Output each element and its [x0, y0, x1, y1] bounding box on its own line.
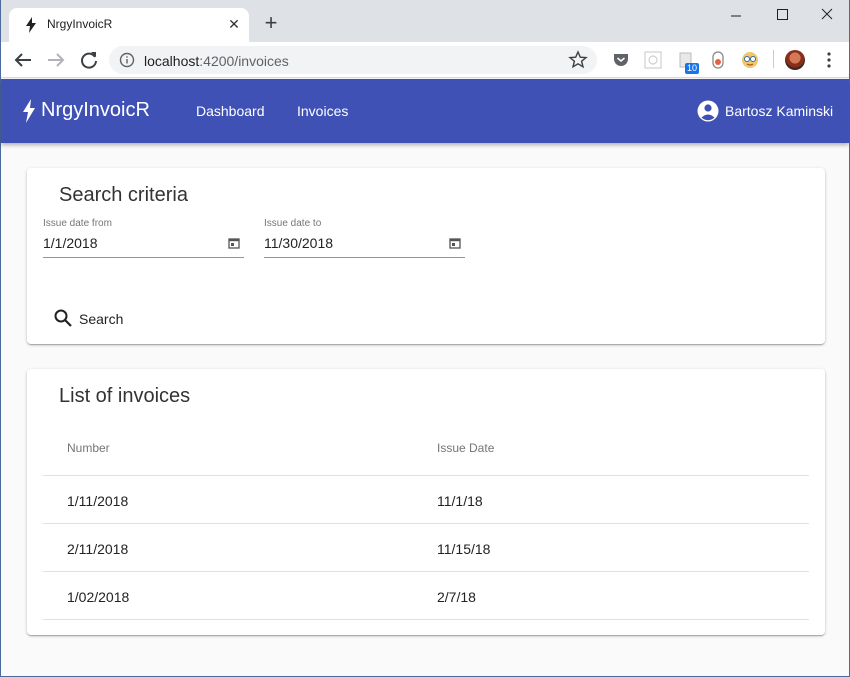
brand-title[interactable]: NrgyInvoicR	[41, 99, 150, 122]
more-menu-icon[interactable]	[819, 50, 839, 70]
invoice-number: 2/11/2018	[67, 541, 129, 557]
nav-invoices[interactable]: Invoices	[297, 103, 348, 119]
url-host: localhost	[144, 53, 200, 69]
search-card-title: Search criteria	[59, 184, 188, 206]
invoice-number: 1/11/2018	[67, 493, 129, 509]
browser-tabstrip: NrgyInvoicR ✕ +	[1, 0, 849, 42]
invoice-issue-date: 11/1/18	[437, 493, 483, 509]
search-button-label: Search	[79, 311, 124, 327]
search-button[interactable]: Search	[45, 302, 135, 334]
column-header-issue-date[interactable]: Issue Date	[437, 441, 494, 455]
back-arrow-icon[interactable]	[11, 48, 35, 72]
user-name[interactable]: Bartosz Kaminski	[725, 103, 833, 119]
extension-badge: 10	[685, 63, 700, 74]
forward-arrow-icon[interactable]	[44, 48, 68, 72]
new-tab-button[interactable]: +	[259, 12, 283, 36]
close-tab-icon[interactable]: ✕	[225, 15, 243, 33]
tab-title: NrgyInvoicR	[47, 17, 113, 31]
url-text[interactable]: localhost:4200/invoices	[144, 53, 289, 69]
invoice-issue-date: 11/15/18	[437, 541, 491, 557]
issue-date-from-field[interactable]: Issue date from 1/1/2018	[43, 218, 244, 258]
url-path: :4200/invoices	[199, 53, 289, 69]
profile-avatar[interactable]	[785, 50, 805, 70]
app-header: NrgyInvoicR Dashboard Invoices Bartosz K…	[1, 79, 849, 143]
nav-dashboard[interactable]: Dashboard	[196, 103, 265, 119]
issue-date-to-field[interactable]: Issue date to 11/30/2018	[264, 218, 465, 258]
issue-date-from-value[interactable]: 1/1/2018	[43, 235, 98, 251]
search-criteria-card: Search criteria Issue date from 1/1/2018…	[27, 168, 825, 344]
bolt-icon	[26, 17, 36, 33]
invoice-list-card: List of invoices Number Issue Date 1/11/…	[27, 369, 825, 635]
table-row[interactable]: 1/02/2018 2/7/18	[43, 572, 809, 620]
search-icon	[54, 309, 72, 327]
bookmark-star-icon[interactable]	[568, 50, 588, 70]
info-icon[interactable]	[119, 52, 135, 68]
face-extension-icon[interactable]	[741, 51, 759, 69]
table-row[interactable]: 2/11/2018 11/15/18	[43, 524, 809, 572]
toggle-extension-icon[interactable]	[709, 51, 727, 69]
table-row[interactable]: 1/11/2018 11/1/18	[43, 476, 809, 524]
window-close-icon[interactable]	[804, 2, 850, 28]
column-header-number[interactable]: Number	[67, 441, 110, 455]
toolbar-divider	[773, 50, 774, 68]
invoice-list-title: List of invoices	[59, 385, 191, 407]
invoice-issue-date: 2/7/18	[437, 589, 476, 605]
reload-icon[interactable]	[77, 48, 101, 72]
calendar-icon[interactable]	[228, 237, 240, 249]
issue-date-to-value[interactable]: 11/30/2018	[264, 235, 333, 251]
table-header-row: Number Issue Date	[43, 427, 809, 476]
address-bar[interactable]: localhost:4200/invoices	[109, 46, 597, 74]
maximize-icon[interactable]	[759, 2, 805, 28]
minimize-icon[interactable]	[713, 2, 759, 28]
extension-grid-icon[interactable]	[644, 51, 662, 69]
issue-date-from-label: Issue date from	[43, 218, 112, 229]
browser-toolbar: localhost:4200/invoices	[1, 42, 849, 78]
calendar-icon[interactable]	[449, 237, 461, 249]
pocket-icon[interactable]	[612, 51, 630, 69]
account-circle-icon[interactable]	[697, 100, 719, 122]
issue-date-to-label: Issue date to	[264, 218, 322, 229]
browser-tab[interactable]: NrgyInvoicR ✕	[9, 8, 249, 42]
invoice-table: Number Issue Date 1/11/2018 11/1/18 2/11…	[43, 427, 809, 620]
invoice-number: 1/02/2018	[67, 589, 130, 605]
bolt-icon	[23, 99, 35, 123]
